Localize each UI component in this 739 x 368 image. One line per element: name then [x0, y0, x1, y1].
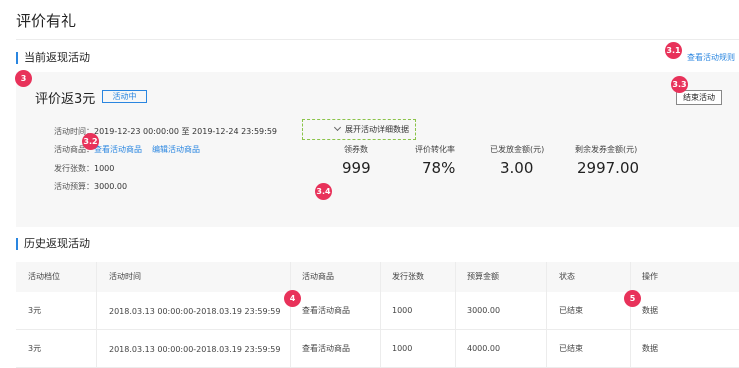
row-view-goods-link[interactable]: 查看活动商品 [302, 306, 350, 316]
current-activity-card: 评价返3元 活动中 结束活动 活动时间：2019-12-23 00:00:00 … [16, 72, 739, 227]
annotation-badge-4: 4 [284, 290, 301, 307]
issue-count-row: 发行张数：1000 [54, 163, 114, 174]
annotation-badge-3-2: 3.2 [82, 133, 99, 150]
column-header-status: 状态 [559, 272, 575, 281]
row-issue: 1000 [392, 306, 413, 315]
expand-details-label: 展开活动详细数据 [345, 125, 409, 134]
stat-value-remaining-amount: 2997.00 [577, 159, 640, 177]
row-status: 已结束 [559, 344, 583, 353]
view-goods-link[interactable]: 查看活动商品 [94, 145, 142, 154]
row-issue: 1000 [392, 344, 413, 353]
row-time: 2018.03.13 00:00:00-2018.03.19 23:59:59 [109, 345, 281, 354]
chevron-down-icon [333, 123, 342, 132]
column-header-action: 操作 [642, 272, 658, 281]
annotation-badge-5: 5 [624, 290, 641, 307]
issue-count-value: 1000 [94, 164, 115, 173]
annotation-badge-3-3: 3.3 [671, 76, 688, 93]
stat-label-issued-amount: 已发放金额(元) [490, 145, 545, 154]
activity-status-badge: 活动中 [102, 90, 147, 103]
annotation-badge-3-4: 3.4 [315, 183, 332, 200]
stat-value-conversion: 78% [422, 159, 456, 177]
row-view-goods-link[interactable]: 查看活动商品 [302, 344, 350, 354]
current-activity-heading: 当前返现活动 [16, 51, 90, 65]
row-tier: 3元 [28, 306, 42, 315]
row-budget: 3000.00 [467, 306, 501, 315]
column-header-tier: 活动档位 [28, 272, 60, 281]
activity-title: 评价返3元 [35, 92, 96, 107]
page-title: 评价有礼 [16, 12, 77, 30]
column-header-budget: 预算金额 [467, 272, 499, 281]
annotation-badge-3: 3 [15, 70, 32, 87]
budget-value: 3000.00 [94, 182, 128, 191]
table-row: 3元 2018.03.13 00:00:00-2018.03.19 23:59:… [16, 330, 739, 368]
row-data-link[interactable]: 数据 [642, 306, 658, 316]
row-time: 2018.03.13 00:00:00-2018.03.19 23:59:59 [109, 307, 281, 316]
edit-goods-link[interactable]: 编辑活动商品 [152, 145, 200, 154]
stat-label-coupons: 领券数 [344, 145, 368, 154]
row-status: 已结束 [559, 306, 583, 315]
history-activity-heading: 历史返现活动 [16, 237, 90, 251]
row-tier: 3元 [28, 344, 42, 353]
stat-value-coupons: 999 [342, 159, 371, 177]
title-divider [16, 39, 739, 40]
column-header-goods: 活动商品 [302, 272, 334, 281]
view-activity-rules-link[interactable]: 查看活动规则 [687, 52, 735, 63]
annotation-badge-3-1: 3.1 [665, 42, 682, 59]
activity-goods-row: 活动商品：查看活动商品 编辑活动商品 [54, 144, 200, 155]
budget-row: 活动预算：3000.00 [54, 181, 127, 192]
expand-details-link[interactable]: 展开活动详细数据 [333, 123, 409, 135]
stat-label-conversion: 评价转化率 [415, 145, 455, 154]
stat-value-issued-amount: 3.00 [500, 159, 534, 177]
activity-time-value: 2019-12-23 00:00:00 至 2019-12-24 23:59:5… [94, 127, 278, 136]
column-header-time: 活动时间 [109, 272, 141, 281]
budget-label: 活动预算： [54, 182, 94, 191]
row-budget: 4000.00 [467, 344, 501, 353]
issue-count-label: 发行张数： [54, 164, 94, 173]
stat-label-remaining-amount: 剩余发券金额(元) [575, 145, 638, 154]
row-data-link[interactable]: 数据 [642, 344, 658, 354]
column-header-issue: 发行张数 [392, 272, 424, 281]
